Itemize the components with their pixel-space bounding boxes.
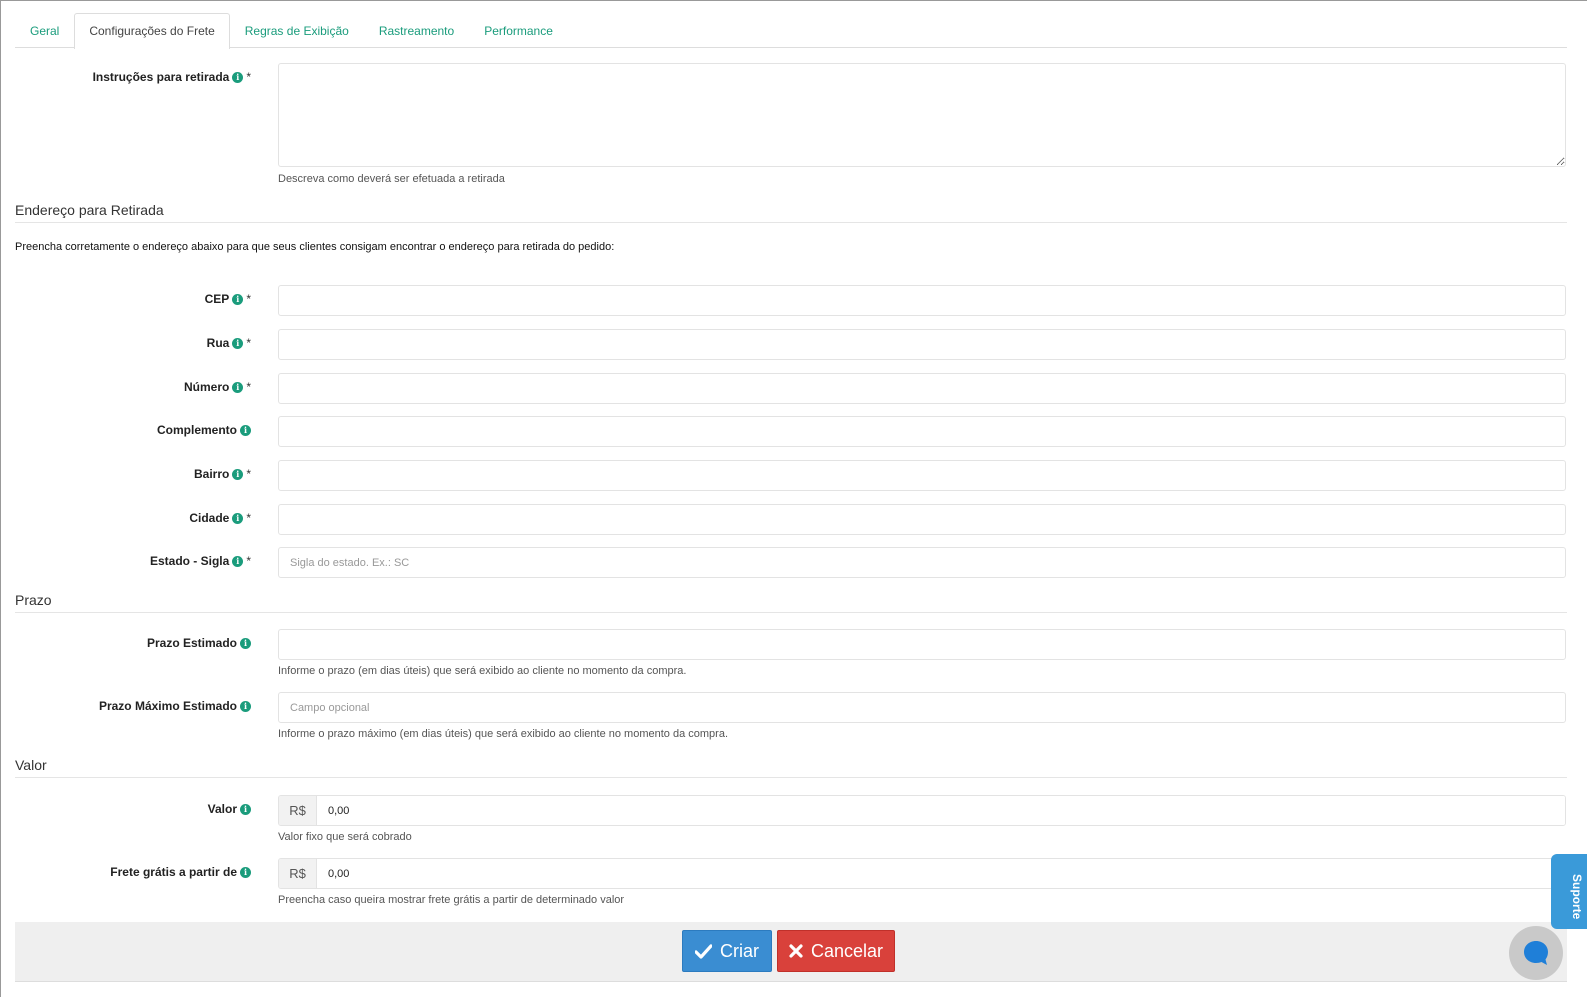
info-icon[interactable]: i: [232, 555, 244, 567]
cidade-label-text: Cidade: [189, 511, 230, 525]
complemento-input[interactable]: [278, 416, 1566, 447]
valor-label: Valor i: [208, 802, 251, 816]
frete-gratis-input[interactable]: [317, 859, 1565, 888]
complemento-label: Complemento i: [157, 423, 251, 437]
currency-addon: R$: [279, 796, 317, 825]
info-icon[interactable]: i: [240, 637, 251, 649]
rua-label: Rua i *: [207, 336, 251, 350]
info-icon[interactable]: i: [240, 700, 251, 712]
create-button[interactable]: Criar: [682, 930, 772, 972]
create-button-label: Criar: [720, 940, 759, 961]
prazo-estimado-input[interactable]: [278, 629, 1566, 660]
info-icon[interactable]: i: [232, 293, 244, 305]
required-marker: *: [246, 554, 251, 568]
numero-label: Número i *: [184, 380, 251, 394]
cidade-label: Cidade i *: [189, 511, 251, 525]
info-icon[interactable]: i: [232, 337, 244, 349]
cep-label: CEP i *: [205, 292, 251, 306]
estado-input[interactable]: [278, 547, 1566, 578]
bairro-input[interactable]: [278, 460, 1566, 491]
info-icon[interactable]: i: [232, 468, 244, 480]
required-marker: *: [246, 380, 251, 394]
required-marker: *: [246, 511, 251, 525]
info-icon[interactable]: i: [240, 803, 251, 815]
info-icon[interactable]: i: [240, 866, 251, 878]
info-icon[interactable]: i: [232, 381, 244, 393]
chat-icon: [1524, 941, 1548, 965]
complemento-label-text: Complemento: [156, 423, 237, 437]
cep-label-text: CEP: [204, 292, 230, 306]
prazo-estimado-help: Informe o prazo (em dias úteis) que será…: [278, 665, 687, 677]
close-icon: [789, 944, 803, 958]
tab-performance[interactable]: Performance: [469, 13, 568, 48]
frete-gratis-label: Frete grátis a partir de i: [110, 865, 251, 879]
rua-label-text: Rua: [206, 336, 230, 350]
bairro-label-text: Bairro: [193, 467, 230, 481]
prazo-estimado-label-text: Prazo Estimado: [146, 636, 237, 650]
address-section-title: Endereço para Retirada: [15, 202, 1567, 223]
required-marker: *: [246, 336, 251, 350]
valor-section-title: Valor: [15, 757, 1567, 778]
tab-rastreamento[interactable]: Rastreamento: [364, 13, 469, 48]
valor-help: Valor fixo que será cobrado: [278, 831, 412, 843]
info-icon[interactable]: i: [232, 71, 244, 83]
cep-input[interactable]: [278, 285, 1566, 316]
estado-label: Estado - Sigla i *: [150, 554, 251, 568]
tab-configuracoes-do-frete[interactable]: Configurações do Frete: [74, 13, 230, 49]
prazo-maximo-help: Informe o prazo máximo (em dias úteis) q…: [278, 728, 728, 740]
info-icon[interactable]: i: [232, 512, 244, 524]
chat-widget-button[interactable]: [1509, 926, 1563, 980]
prazo-estimado-label: Prazo Estimado i: [147, 636, 251, 650]
support-tab[interactable]: Suporte: [1551, 854, 1587, 929]
check-icon: [695, 943, 712, 959]
instructions-label-text: Instruções para retirada: [92, 70, 230, 84]
frete-gratis-help: Preencha caso queira mostrar frete gráti…: [278, 894, 625, 906]
instructions-label: Instruções para retirada i *: [93, 70, 251, 84]
info-icon[interactable]: i: [240, 424, 251, 436]
required-marker: *: [246, 292, 251, 306]
valor-input[interactable]: [317, 796, 1565, 825]
bairro-label: Bairro i *: [194, 467, 251, 481]
currency-addon: R$: [279, 859, 317, 888]
required-marker: *: [246, 467, 251, 481]
tab-geral[interactable]: Geral: [15, 13, 74, 48]
instructions-textarea[interactable]: [278, 63, 1566, 167]
numero-input[interactable]: [278, 373, 1566, 404]
prazo-maximo-label-text: Prazo Máximo Estimado: [98, 699, 237, 713]
cancel-button-label: Cancelar: [810, 940, 884, 961]
tab-bar: Geral Configurações do Frete Regras de E…: [15, 13, 1567, 49]
numero-label-text: Número: [183, 380, 230, 394]
frete-gratis-label-text: Frete grátis a partir de: [110, 865, 237, 879]
valor-input-group: R$: [278, 795, 1566, 826]
estado-label-text: Estado - Sigla: [149, 554, 230, 568]
prazo-maximo-label: Prazo Máximo Estimado i: [99, 699, 251, 713]
rua-input[interactable]: [278, 329, 1566, 360]
tab-regras-de-exibicao[interactable]: Regras de Exibição: [230, 13, 364, 48]
prazo-maximo-input[interactable]: [278, 692, 1566, 723]
frete-gratis-input-group: R$: [278, 858, 1566, 889]
cancel-button[interactable]: Cancelar: [777, 930, 895, 972]
instructions-help: Descreva como deverá ser efetuada a reti…: [278, 173, 505, 185]
address-intro: Preencha corretamente o endereço abaixo …: [15, 241, 615, 253]
cidade-input[interactable]: [278, 504, 1566, 535]
required-marker: *: [246, 70, 251, 84]
valor-label-text: Valor: [207, 802, 237, 816]
prazo-section-title: Prazo: [15, 592, 1567, 613]
